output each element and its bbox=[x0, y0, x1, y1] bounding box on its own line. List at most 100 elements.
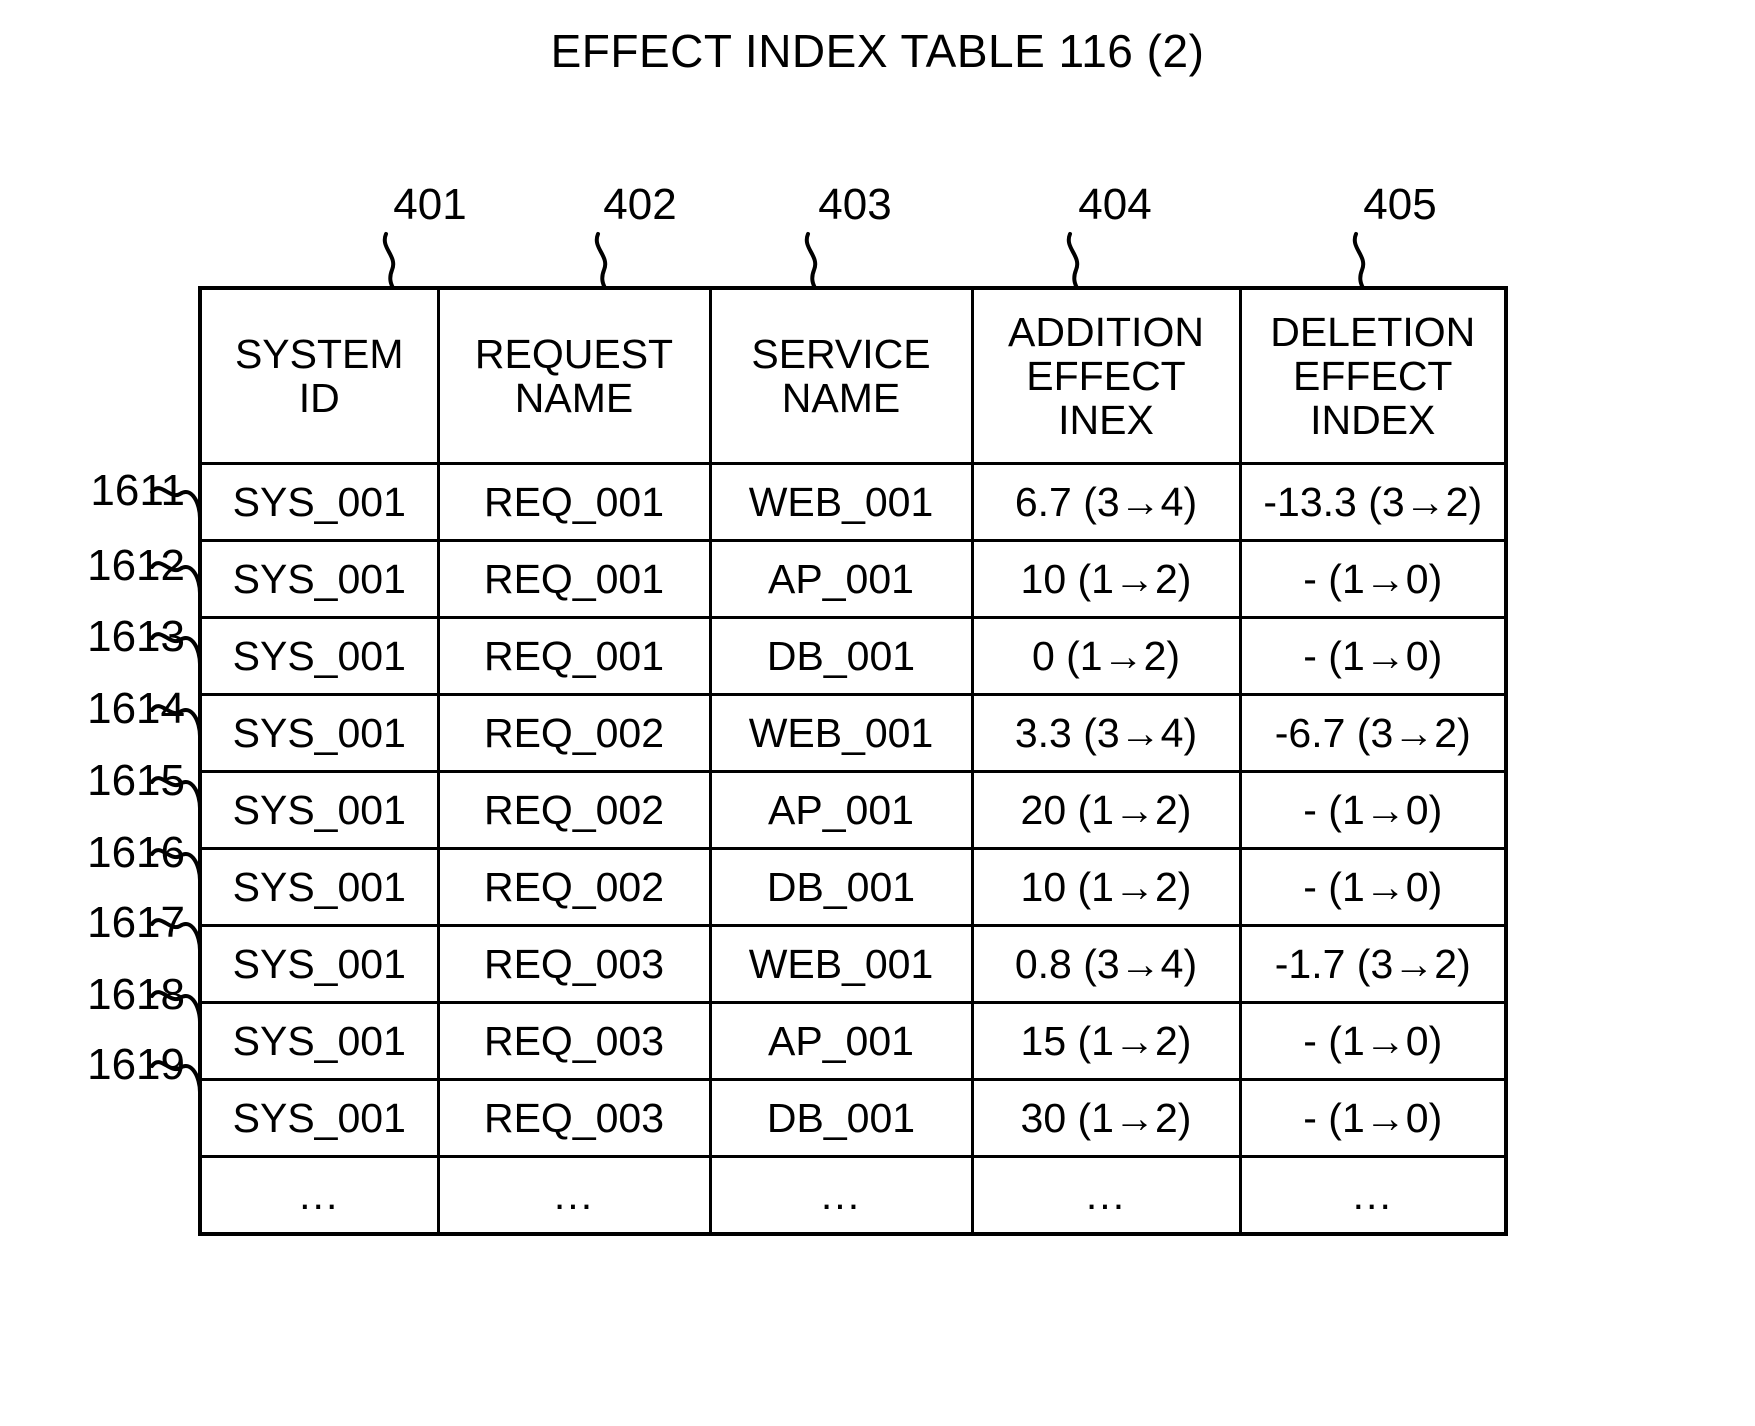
cell-deletion-effect-index: -1.7 (3→2) bbox=[1238, 924, 1508, 1004]
cell-deletion-effect-index: - (1→0) bbox=[1238, 1001, 1508, 1081]
cell-request-name: REQ_001 bbox=[436, 616, 712, 696]
cell-request-name-ellipsis: ... bbox=[436, 1155, 712, 1236]
row-ref-1611: 1611 bbox=[35, 466, 185, 516]
cell-system-id: SYS_001 bbox=[198, 462, 440, 542]
column-ref-401-label: 401 bbox=[393, 180, 467, 229]
column-header-addition-effect-index-line-1: ADDITION bbox=[1008, 308, 1204, 355]
column-ref-402-leader bbox=[594, 232, 608, 292]
cell-deletion-effect-index: - (1→0) bbox=[1238, 616, 1508, 696]
cell-system-id: SYS_001 bbox=[198, 847, 440, 927]
column-ref-403-label: 403 bbox=[818, 180, 892, 229]
cell-deletion-effect-index: - (1→0) bbox=[1238, 770, 1508, 850]
effect-index-table: SYSTEM ID REQUEST NAME SERVICE NAME ADDI… bbox=[198, 286, 1508, 1236]
cell-system-id: SYS_001 bbox=[198, 1078, 440, 1158]
cell-system-id: SYS_001 bbox=[198, 539, 440, 619]
column-ref-403: 403 bbox=[785, 180, 925, 230]
column-header-service-name: SERVICE NAME bbox=[708, 286, 974, 465]
column-ref-402-label: 402 bbox=[603, 180, 677, 229]
cell-request-name: REQ_002 bbox=[436, 847, 712, 927]
cell-deletion-effect-index: - (1→0) bbox=[1238, 539, 1508, 619]
table-header-row: SYSTEM ID REQUEST NAME SERVICE NAME ADDI… bbox=[198, 286, 1508, 465]
row-ref-1613: 1613 bbox=[35, 612, 185, 662]
table-continuation-row: ... ... ... ... ... bbox=[198, 1155, 1508, 1236]
table-row: SYS_001 REQ_002 WEB_001 3.3 (3→4) -6.7 (… bbox=[198, 693, 1508, 773]
cell-request-name: REQ_001 bbox=[436, 462, 712, 542]
row-ref-1615-label: 1615 bbox=[87, 756, 185, 805]
row-ref-1612: 1612 bbox=[35, 541, 185, 591]
cell-system-id: SYS_001 bbox=[198, 1001, 440, 1081]
column-header-deletion-effect-index-line-2: EFFECT bbox=[1293, 352, 1453, 399]
cell-service-name: WEB_001 bbox=[708, 462, 974, 542]
column-ref-405-label: 405 bbox=[1363, 180, 1437, 229]
cell-request-name: REQ_003 bbox=[436, 1001, 712, 1081]
cell-request-name: REQ_003 bbox=[436, 1078, 712, 1158]
table-row: SYS_001 REQ_003 DB_001 30 (1→2) - (1→0) bbox=[198, 1078, 1508, 1158]
table-row: SYS_001 REQ_001 DB_001 0 (1→2) - (1→0) bbox=[198, 616, 1508, 696]
cell-deletion-effect-index: -6.7 (3→2) bbox=[1238, 693, 1508, 773]
effect-index-table-container: SYSTEM ID REQUEST NAME SERVICE NAME ADDI… bbox=[198, 286, 1508, 1236]
row-ref-1614: 1614 bbox=[35, 684, 185, 734]
cell-addition-effect-index: 10 (1→2) bbox=[970, 539, 1242, 619]
column-ref-401: 401 bbox=[360, 180, 500, 230]
cell-system-id: SYS_001 bbox=[198, 616, 440, 696]
cell-system-id-ellipsis: ... bbox=[198, 1155, 440, 1236]
column-header-system-id-line-1: SYSTEM bbox=[234, 330, 404, 377]
column-header-service-name-line-2: NAME bbox=[781, 375, 901, 421]
row-ref-1616: 1616 bbox=[35, 828, 185, 878]
cell-addition-effect-index: 0 (1→2) bbox=[970, 616, 1242, 696]
cell-request-name: REQ_002 bbox=[436, 693, 712, 773]
cell-service-name: AP_001 bbox=[708, 770, 974, 850]
cell-system-id: SYS_001 bbox=[198, 924, 440, 1004]
column-ref-405: 405 bbox=[1330, 180, 1470, 230]
cell-addition-effect-index-ellipsis: ... bbox=[970, 1155, 1242, 1236]
cell-request-name: REQ_001 bbox=[436, 539, 712, 619]
row-ref-1619: 1619 bbox=[35, 1040, 185, 1090]
cell-addition-effect-index: 10 (1→2) bbox=[970, 847, 1242, 927]
table-row: SYS_001 REQ_003 WEB_001 0.8 (3→4) -1.7 (… bbox=[198, 924, 1508, 1004]
cell-addition-effect-index: 15 (1→2) bbox=[970, 1001, 1242, 1081]
table-row: SYS_001 REQ_002 DB_001 10 (1→2) - (1→0) bbox=[198, 847, 1508, 927]
cell-service-name: WEB_001 bbox=[708, 924, 974, 1004]
column-ref-404-label: 404 bbox=[1078, 180, 1152, 229]
cell-request-name: REQ_003 bbox=[436, 924, 712, 1004]
column-ref-405-leader bbox=[1352, 232, 1366, 292]
row-ref-1617: 1617 bbox=[35, 898, 185, 948]
column-header-request-name: REQUEST NAME bbox=[436, 286, 712, 465]
cell-addition-effect-index: 30 (1→2) bbox=[970, 1078, 1242, 1158]
table-row: SYS_001 REQ_001 AP_001 10 (1→2) - (1→0) bbox=[198, 539, 1508, 619]
cell-system-id: SYS_001 bbox=[198, 770, 440, 850]
row-ref-1614-label: 1614 bbox=[87, 684, 185, 733]
column-header-request-name-line-1: REQUEST bbox=[474, 330, 674, 377]
row-ref-1617-label: 1617 bbox=[87, 898, 185, 947]
column-ref-402: 402 bbox=[570, 180, 710, 230]
row-ref-1618: 1618 bbox=[35, 970, 185, 1020]
table-row: SYS_001 REQ_001 WEB_001 6.7 (3→4) -13.3 … bbox=[198, 462, 1508, 542]
cell-service-name: DB_001 bbox=[708, 616, 974, 696]
column-ref-404: 404 bbox=[1045, 180, 1185, 230]
row-ref-1612-label: 1612 bbox=[87, 541, 185, 590]
column-header-addition-effect-index-line-2: EFFECT bbox=[1026, 352, 1186, 399]
cell-deletion-effect-index: - (1→0) bbox=[1238, 847, 1508, 927]
row-ref-1611-label: 1611 bbox=[90, 466, 185, 515]
cell-service-name-ellipsis: ... bbox=[708, 1155, 974, 1236]
cell-deletion-effect-index: -13.3 (3→2) bbox=[1238, 462, 1508, 542]
cell-addition-effect-index: 3.3 (3→4) bbox=[970, 693, 1242, 773]
column-header-system-id-line-2: ID bbox=[298, 375, 340, 421]
column-header-deletion-effect-index: DELETION EFFECT INDEX bbox=[1238, 286, 1508, 465]
column-header-service-name-line-1: SERVICE bbox=[751, 330, 931, 377]
cell-service-name: AP_001 bbox=[708, 539, 974, 619]
table-row: SYS_001 REQ_003 AP_001 15 (1→2) - (1→0) bbox=[198, 1001, 1508, 1081]
cell-addition-effect-index: 0.8 (3→4) bbox=[970, 924, 1242, 1004]
row-ref-1619-label: 1619 bbox=[87, 1040, 185, 1089]
cell-addition-effect-index: 6.7 (3→4) bbox=[970, 462, 1242, 542]
cell-system-id: SYS_001 bbox=[198, 693, 440, 773]
row-ref-1616-label: 1616 bbox=[87, 828, 185, 877]
column-ref-404-leader bbox=[1066, 232, 1080, 292]
cell-service-name: WEB_001 bbox=[708, 693, 974, 773]
cell-deletion-effect-index: - (1→0) bbox=[1238, 1078, 1508, 1158]
cell-service-name: AP_001 bbox=[708, 1001, 974, 1081]
column-ref-401-leader bbox=[382, 232, 396, 292]
cell-service-name: DB_001 bbox=[708, 1078, 974, 1158]
page-title: EFFECT INDEX TABLE 116 (2) bbox=[550, 25, 1205, 77]
row-ref-1618-label: 1618 bbox=[87, 970, 185, 1019]
